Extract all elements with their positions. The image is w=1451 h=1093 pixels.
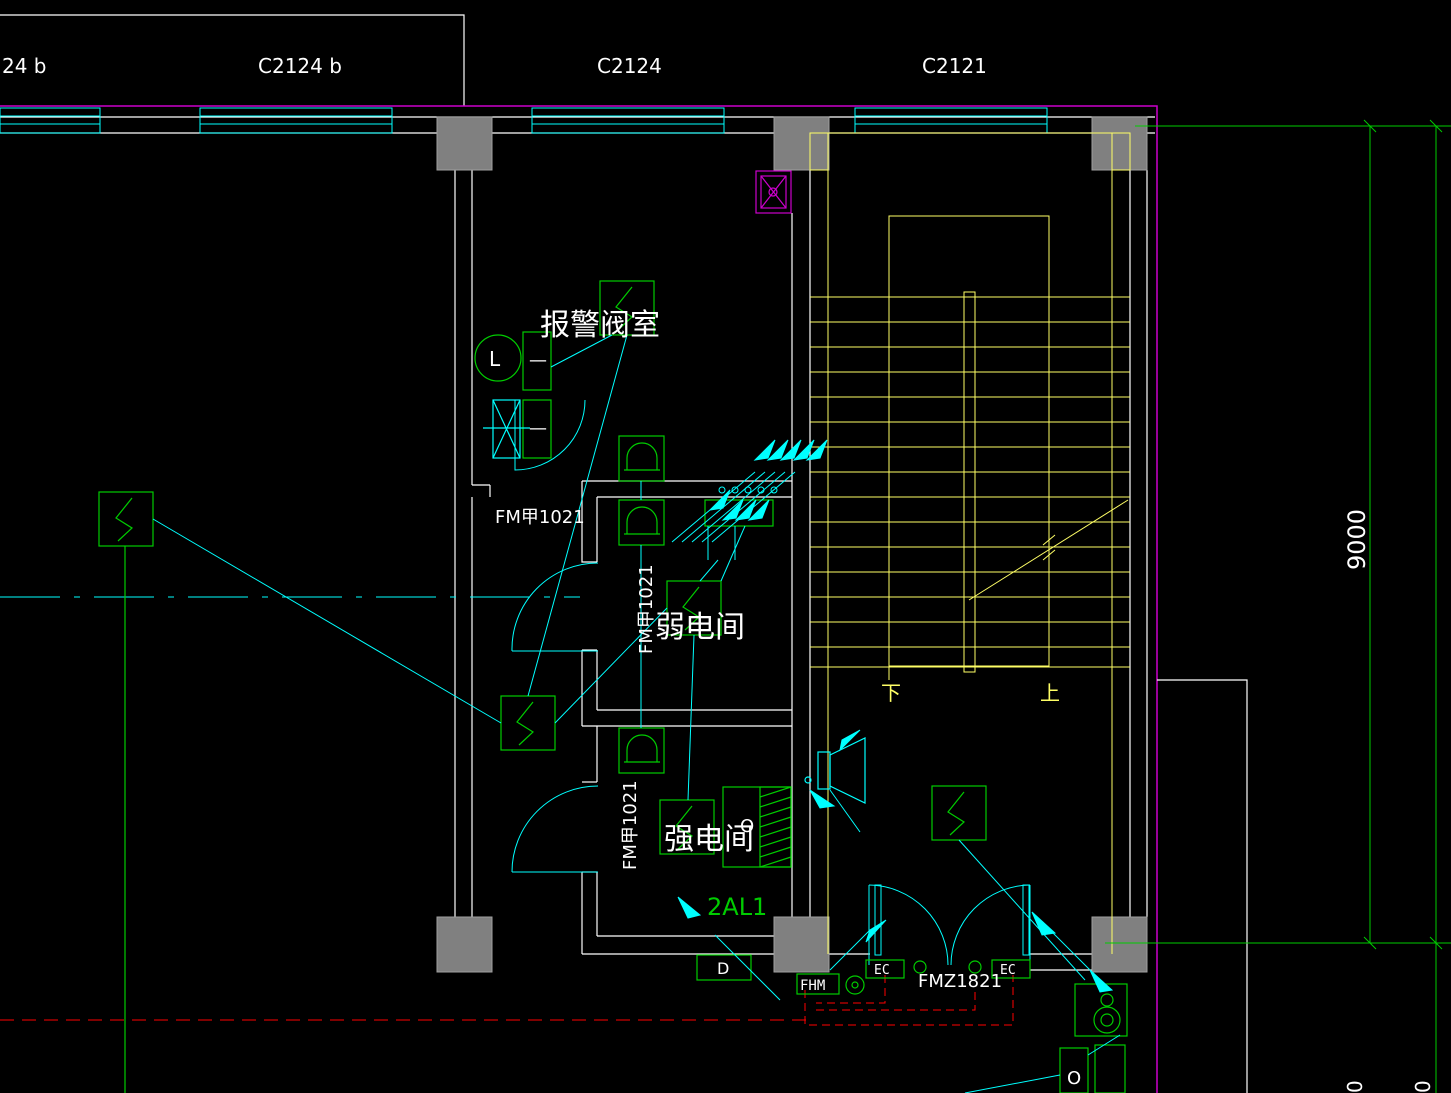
panel-label: 2AL1	[707, 893, 767, 921]
column	[436, 116, 493, 171]
dimension-bottom-a: 0	[1343, 1080, 1367, 1093]
room-label-alarm-valve: 报警阀室	[540, 308, 660, 343]
window-label: C2124 b	[258, 54, 342, 78]
column	[1091, 916, 1148, 973]
window-label: C2124	[597, 54, 662, 78]
door-label: FM甲1021	[636, 564, 657, 654]
cad-drawing: 24 b C2124 b C2124 C2121 下 上 9000 0 0 报警…	[0, 14, 1451, 1093]
alarm-sounder	[618, 435, 665, 482]
switch-label: —	[529, 350, 547, 371]
damper-label: D	[717, 959, 729, 978]
door-swings	[511, 399, 1031, 966]
room-label-weak-current: 弱电间	[655, 610, 745, 645]
dimension-bottom-b: 0	[1411, 1080, 1435, 1093]
column	[436, 916, 493, 973]
stair-down-label: 下	[881, 681, 901, 705]
boundary-line	[0, 105, 1158, 1093]
window-strips	[0, 107, 1048, 134]
meter-label: O	[740, 816, 754, 837]
door-label: FM甲1021	[495, 507, 585, 528]
window-label: C2121	[922, 54, 987, 78]
column	[773, 116, 830, 171]
smoke-detector	[931, 785, 987, 841]
staircase	[809, 132, 1131, 954]
smoke-detector	[500, 695, 556, 751]
ec-label: EC	[1000, 963, 1016, 978]
dimension-vertical: 9000	[1343, 509, 1371, 570]
smoke-detector	[98, 491, 154, 547]
door-label: FMZ1821	[918, 971, 1002, 992]
ec-label: EC	[874, 963, 890, 978]
pump-label: O	[1067, 1068, 1081, 1089]
alarm-sounder	[618, 499, 665, 546]
switch-label: —	[529, 418, 547, 439]
stair-up-label: 上	[1040, 681, 1060, 705]
exhaust-fan-icon	[755, 170, 792, 214]
column	[773, 916, 830, 973]
column	[1091, 116, 1148, 171]
alarm-sounder	[618, 727, 665, 774]
window-label: 24 b	[2, 54, 47, 78]
hydrant-label: FHM	[800, 978, 825, 994]
bell-label: L	[489, 347, 501, 371]
door-label: FM甲1021	[620, 780, 641, 870]
